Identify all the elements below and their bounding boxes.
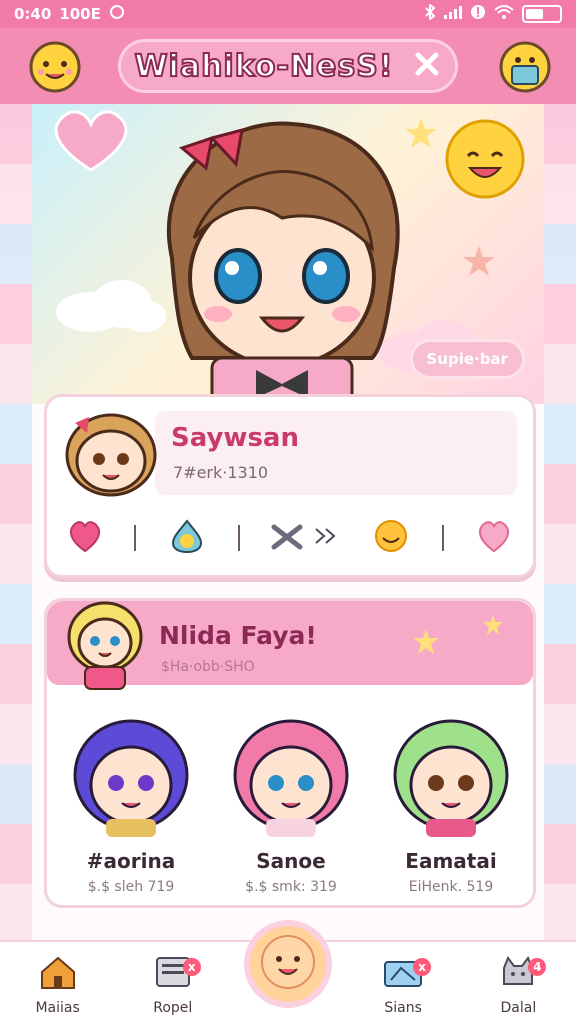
friend-name: #aorina [86,849,176,873]
profile-name: Saywsan [171,423,299,453]
close-x-icon[interactable] [412,49,442,83]
profile-action-row [67,515,513,561]
wifi-icon [494,4,514,24]
star-icon [481,613,505,641]
friend-avatar[interactable] [226,719,356,843]
battery-icon [522,5,562,23]
profile-card[interactable]: Saywsan 7#erk·1310 [44,394,536,578]
app-header: Wiahiko-NesS! [0,28,576,104]
nav-item-sians[interactable]: x Sians [355,950,451,1026]
group-meta: $Ha·obb·SHO [161,659,255,675]
status-ring-icon [109,4,125,24]
alert-icon [470,4,486,24]
nav-label: Sians [384,1000,422,1016]
sun-mascot-icon[interactable] [24,36,86,98]
friend-card[interactable]: Sanoe $.$ smk: 319 [221,715,361,895]
friend-avatar[interactable] [386,719,516,843]
main-content: Supie·bar Saywsan 7#erk·1310 Nlida Faya!… [32,104,544,940]
friend-meta: $.$ smk: 319 [245,879,337,895]
star-icon [411,627,441,661]
battery-level [526,9,543,19]
app-title: Wiahiko-NesS! [133,48,394,85]
home-icon [38,954,78,994]
sun-face-icon[interactable] [371,518,411,558]
nav-item-home[interactable]: Maiias [10,950,106,1026]
bluetooth-icon [424,3,436,24]
group-card: Nlida Faya! $Ha·obb·SHO #aorina $.$ sleh… [44,598,536,908]
friend-avatar[interactable] [66,719,196,843]
profile-meta: 7#erk·1310 [173,463,269,482]
hero-banner: Supie·bar [32,104,544,404]
friend-name: Sanoe [256,849,326,873]
center-action-button[interactable] [250,926,326,1002]
smiley-icon [259,933,317,995]
group-title: Nlida Faya! [159,621,317,650]
side-decoration-left [0,104,32,944]
heart-outline-icon[interactable] [475,519,513,557]
status-extra: 100E [59,5,101,23]
title-pill: Wiahiko-NesS! [118,39,458,93]
side-decoration-right [544,104,576,944]
notification-badge: 4 [528,958,547,976]
status-bar: 0:40 100E [0,0,576,28]
status-time: 0:40 [14,5,52,23]
friend-card[interactable]: Eamatai EiHenk. 519 [381,715,521,895]
notification-badge: x [413,958,432,976]
divider [442,525,445,551]
hero-character-avatar [132,108,432,404]
speech-heart-icon [46,108,136,178]
friend-meta: $.$ sleh 719 [87,879,175,895]
friend-card[interactable]: #aorina $.$ sleh 719 [61,715,201,895]
nav-item-ropel[interactable]: x Ropel [125,950,221,1026]
group-avatar[interactable] [57,595,153,699]
notification-badge: x [182,958,201,976]
hero-tag-bubble[interactable]: Supie·bar [412,342,522,376]
star-icon [462,244,496,282]
divider [237,525,240,551]
nav-label: Dalal [500,1000,537,1016]
friend-name: Eamatai [405,849,497,873]
signal-icon [444,5,462,23]
profile-avatar[interactable] [61,409,161,505]
nav-item-dalal[interactable]: 4 Dalal [470,950,566,1026]
drop-face-icon[interactable] [167,519,207,557]
nav-label: Maiias [35,1000,80,1016]
shuffle-icon[interactable] [270,519,340,557]
gift-mascot-icon[interactable] [494,36,556,98]
nav-label: Ropel [153,1000,193,1016]
heart-icon[interactable] [67,519,103,557]
happy-sun-icon [440,114,530,208]
divider [133,525,136,551]
friend-meta: EiHenk. 519 [408,879,494,895]
